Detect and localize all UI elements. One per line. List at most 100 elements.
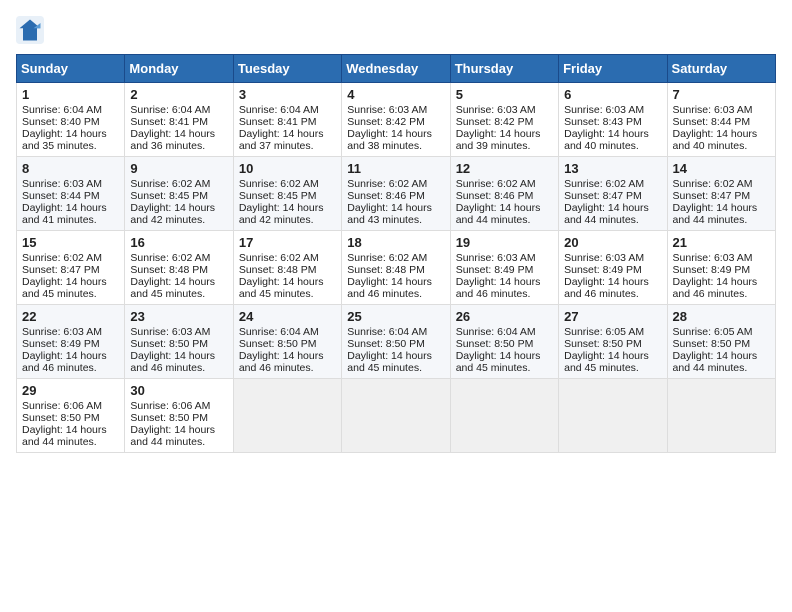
day-info: Sunset: 8:50 PM (564, 338, 661, 350)
day-info: Sunset: 8:50 PM (130, 338, 227, 350)
day-info: Sunrise: 6:03 AM (564, 104, 661, 116)
day-info: Sunrise: 6:02 AM (456, 178, 553, 190)
calendar-week-1: 1Sunrise: 6:04 AMSunset: 8:40 PMDaylight… (17, 83, 776, 157)
day-info: Daylight: 14 hours and 45 minutes. (239, 276, 336, 300)
calendar-cell: 24Sunrise: 6:04 AMSunset: 8:50 PMDayligh… (233, 305, 341, 379)
calendar-cell: 6Sunrise: 6:03 AMSunset: 8:43 PMDaylight… (559, 83, 667, 157)
day-number: 20 (564, 235, 661, 250)
day-number: 2 (130, 87, 227, 102)
day-info: Sunrise: 6:04 AM (239, 104, 336, 116)
day-info: Sunset: 8:40 PM (22, 116, 119, 128)
day-info: Sunrise: 6:03 AM (456, 104, 553, 116)
calendar-cell: 17Sunrise: 6:02 AMSunset: 8:48 PMDayligh… (233, 231, 341, 305)
day-info: Sunrise: 6:02 AM (564, 178, 661, 190)
day-number: 11 (347, 161, 444, 176)
day-number: 17 (239, 235, 336, 250)
day-number: 7 (673, 87, 770, 102)
calendar-cell: 20Sunrise: 6:03 AMSunset: 8:49 PMDayligh… (559, 231, 667, 305)
calendar-week-4: 22Sunrise: 6:03 AMSunset: 8:49 PMDayligh… (17, 305, 776, 379)
day-info: Sunset: 8:50 PM (130, 412, 227, 424)
day-info: Daylight: 14 hours and 45 minutes. (130, 276, 227, 300)
day-info: Daylight: 14 hours and 42 minutes. (239, 202, 336, 226)
day-number: 22 (22, 309, 119, 324)
day-info: Sunrise: 6:06 AM (22, 400, 119, 412)
calendar-cell: 11Sunrise: 6:02 AMSunset: 8:46 PMDayligh… (342, 157, 450, 231)
day-info: Sunrise: 6:03 AM (22, 178, 119, 190)
day-info: Sunset: 8:47 PM (673, 190, 770, 202)
calendar-cell: 13Sunrise: 6:02 AMSunset: 8:47 PMDayligh… (559, 157, 667, 231)
calendar-cell: 29Sunrise: 6:06 AMSunset: 8:50 PMDayligh… (17, 379, 125, 453)
day-number: 5 (456, 87, 553, 102)
day-info: Daylight: 14 hours and 44 minutes. (564, 202, 661, 226)
calendar-cell: 2Sunrise: 6:04 AMSunset: 8:41 PMDaylight… (125, 83, 233, 157)
calendar-week-2: 8Sunrise: 6:03 AMSunset: 8:44 PMDaylight… (17, 157, 776, 231)
logo-icon (16, 16, 44, 44)
calendar-cell: 12Sunrise: 6:02 AMSunset: 8:46 PMDayligh… (450, 157, 558, 231)
day-info: Daylight: 14 hours and 46 minutes. (673, 276, 770, 300)
day-info: Sunrise: 6:04 AM (130, 104, 227, 116)
weekday-header-tuesday: Tuesday (233, 55, 341, 83)
day-info: Sunrise: 6:06 AM (130, 400, 227, 412)
day-info: Sunset: 8:47 PM (564, 190, 661, 202)
weekday-header-monday: Monday (125, 55, 233, 83)
day-number: 12 (456, 161, 553, 176)
day-info: Sunrise: 6:03 AM (456, 252, 553, 264)
day-info: Sunset: 8:49 PM (564, 264, 661, 276)
logo (16, 16, 48, 44)
day-info: Daylight: 14 hours and 46 minutes. (130, 350, 227, 374)
day-info: Sunrise: 6:03 AM (347, 104, 444, 116)
calendar-cell: 30 Sunrise: 6:06 AMSunset: 8:50 PMDayligh… (125, 379, 233, 453)
calendar-cell: 22Sunrise: 6:03 AMSunset: 8:49 PMDayligh… (17, 305, 125, 379)
day-info: Sunset: 8:50 PM (347, 338, 444, 350)
calendar-cell: 26Sunrise: 6:04 AMSunset: 8:50 PMDayligh… (450, 305, 558, 379)
calendar-cell: 10Sunrise: 6:02 AMSunset: 8:45 PMDayligh… (233, 157, 341, 231)
day-info: Daylight: 14 hours and 45 minutes. (347, 350, 444, 374)
day-number: 29 (22, 383, 119, 398)
day-info: Sunset: 8:49 PM (673, 264, 770, 276)
weekday-header-sunday: Sunday (17, 55, 125, 83)
day-number: 30 (130, 383, 227, 398)
day-info: Daylight: 14 hours and 44 minutes. (673, 350, 770, 374)
day-info: Sunset: 8:43 PM (564, 116, 661, 128)
day-number: 24 (239, 309, 336, 324)
calendar-cell: 5 Sunrise: 6:03 AMSunset: 8:42 PMDaylight… (450, 83, 558, 157)
weekday-header-saturday: Saturday (667, 55, 775, 83)
day-info: Daylight: 14 hours and 44 minutes. (130, 424, 227, 448)
calendar-cell: 21Sunrise: 6:03 AMSunset: 8:49 PMDayligh… (667, 231, 775, 305)
day-info: Sunset: 8:50 PM (456, 338, 553, 350)
day-info: Sunrise: 6:02 AM (130, 178, 227, 190)
calendar-cell: 25Sunrise: 6:04 AMSunset: 8:50 PMDayligh… (342, 305, 450, 379)
calendar-week-5: 29Sunrise: 6:06 AMSunset: 8:50 PMDayligh… (17, 379, 776, 453)
day-info: Sunrise: 6:04 AM (239, 326, 336, 338)
day-info: Sunrise: 6:03 AM (673, 104, 770, 116)
day-info: Daylight: 14 hours and 45 minutes. (564, 350, 661, 374)
day-info: Sunrise: 6:03 AM (130, 326, 227, 338)
day-number: 27 (564, 309, 661, 324)
day-info: Daylight: 14 hours and 46 minutes. (239, 350, 336, 374)
calendar-cell: 27Sunrise: 6:05 AMSunset: 8:50 PMDayligh… (559, 305, 667, 379)
day-number: 10 (239, 161, 336, 176)
day-info: Daylight: 14 hours and 37 minutes. (239, 128, 336, 152)
day-info: Sunset: 8:44 PM (22, 190, 119, 202)
day-number: 16 (130, 235, 227, 250)
calendar-cell: 9Sunrise: 6:02 AMSunset: 8:45 PMDaylight… (125, 157, 233, 231)
calendar-cell: 1Sunrise: 6:04 AMSunset: 8:40 PMDaylight… (17, 83, 125, 157)
calendar-cell: 23Sunrise: 6:03 AMSunset: 8:50 PMDayligh… (125, 305, 233, 379)
day-info: Daylight: 14 hours and 36 minutes. (130, 128, 227, 152)
weekday-header-friday: Friday (559, 55, 667, 83)
day-info: Sunset: 8:41 PM (239, 116, 336, 128)
day-number: 14 (673, 161, 770, 176)
calendar-cell (450, 379, 558, 453)
day-info: Daylight: 14 hours and 45 minutes. (22, 276, 119, 300)
day-info: Sunset: 8:42 PM (456, 116, 553, 128)
day-info: Daylight: 14 hours and 44 minutes. (22, 424, 119, 448)
day-info: Sunset: 8:48 PM (347, 264, 444, 276)
day-info: Daylight: 14 hours and 45 minutes. (456, 350, 553, 374)
day-info: Daylight: 14 hours and 38 minutes. (347, 128, 444, 152)
weekday-header-thursday: Thursday (450, 55, 558, 83)
day-info: Sunrise: 6:02 AM (347, 252, 444, 264)
day-number: 6 (564, 87, 661, 102)
day-info: Sunset: 8:46 PM (347, 190, 444, 202)
calendar-cell: 28Sunrise: 6:05 AMSunset: 8:50 PMDayligh… (667, 305, 775, 379)
day-info: Daylight: 14 hours and 39 minutes. (456, 128, 553, 152)
